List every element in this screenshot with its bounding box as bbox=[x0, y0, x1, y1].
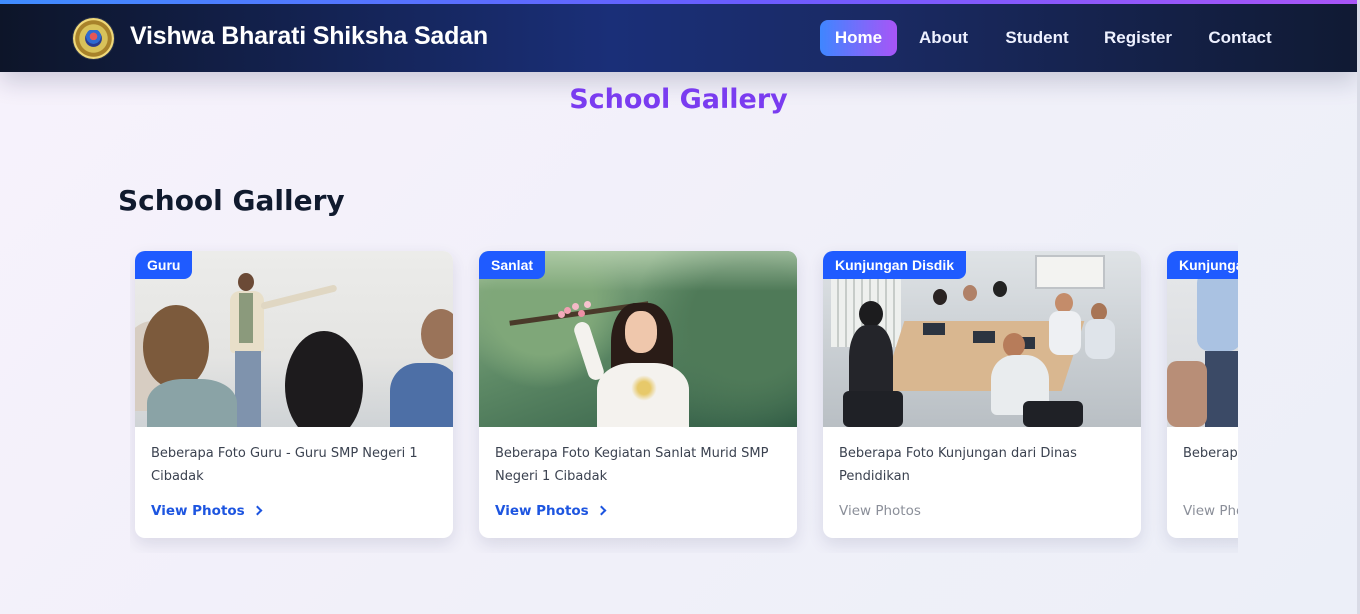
gallery-carousel[interactable]: Guru Beberapa Foto Guru - Guru SMP Neger… bbox=[130, 243, 1238, 553]
view-photos-link[interactable]: View Photos bbox=[1183, 502, 1238, 520]
category-badge: Kunjungan Disdik bbox=[823, 251, 966, 279]
gallery-card-guru[interactable]: Guru Beberapa Foto Guru - Guru SMP Neger… bbox=[135, 251, 453, 538]
card-caption: Beberapa Foto Kunjungan SMP Negeri 1 bbox=[1183, 446, 1238, 461]
category-badge: Sanlat bbox=[479, 251, 546, 279]
top-navbar: Vishwa Bharati Shiksha Sadan Home About … bbox=[0, 0, 1357, 72]
navbar-accent-stripe bbox=[0, 0, 1357, 4]
chevron-right-icon bbox=[596, 505, 607, 516]
category-badge: Kunjungan bbox=[1167, 251, 1238, 279]
chevron-right-icon bbox=[252, 505, 263, 516]
nav-contact[interactable]: Contact bbox=[1200, 20, 1280, 56]
card-caption: Beberapa Foto Guru - Guru SMP Negeri 1 C… bbox=[151, 446, 418, 484]
nav-about[interactable]: About bbox=[910, 20, 977, 56]
view-photos-label: View Photos bbox=[495, 503, 589, 519]
page-title: School Gallery bbox=[569, 84, 788, 115]
nav-home[interactable]: Home bbox=[820, 20, 897, 56]
category-badge: Guru bbox=[135, 251, 193, 279]
school-emblem-icon[interactable] bbox=[73, 18, 114, 59]
gallery-card-kunjungan[interactable]: Kunjungan Beberapa Foto Kunjungan SMP Ne… bbox=[1167, 251, 1238, 538]
gallery-card-sanlat[interactable]: Sanlat Beberapa Foto Kegiatan Sanlat Mur… bbox=[479, 251, 797, 538]
card-caption: Beberapa Foto Kegiatan Sanlat Murid SMP … bbox=[495, 446, 769, 484]
view-photos-link[interactable]: View Photos bbox=[151, 502, 263, 520]
view-photos-label: View Photos bbox=[151, 503, 245, 519]
view-photos-link[interactable]: View Photos bbox=[839, 502, 921, 520]
card-caption: Beberapa Foto Kunjungan dari Dinas Pendi… bbox=[839, 446, 1077, 484]
view-photos-link[interactable]: View Photos bbox=[495, 502, 607, 520]
brand-name[interactable]: Vishwa Bharati Shiksha Sadan bbox=[130, 22, 488, 51]
nav-student[interactable]: Student bbox=[997, 20, 1077, 56]
nav-register[interactable]: Register bbox=[1096, 20, 1180, 56]
gallery-card-kunjungan-disdik[interactable]: Kunjungan Disdik Beberapa Foto Kunjungan… bbox=[823, 251, 1141, 538]
section-title: School Gallery bbox=[118, 184, 345, 217]
